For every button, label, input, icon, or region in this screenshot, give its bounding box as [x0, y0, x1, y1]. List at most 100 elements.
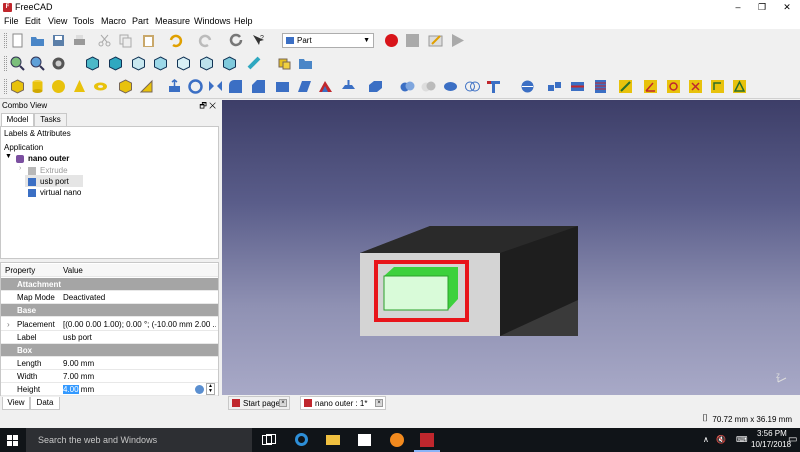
collapse-arrow-icon[interactable]: ›: [19, 165, 21, 172]
left-view-icon[interactable]: [222, 56, 237, 71]
measure-distance-icon[interactable]: [247, 56, 262, 71]
minimize-button[interactable]: –: [726, 0, 750, 15]
tree-item-usb-port[interactable]: usb port: [40, 177, 69, 186]
sweep-icon[interactable]: [341, 79, 356, 94]
workbench-selector[interactable]: Part ▼: [282, 33, 374, 48]
tab-tasks[interactable]: Tasks: [34, 113, 67, 126]
toolbar-grip[interactable]: [4, 33, 7, 48]
bottom-view-icon[interactable]: [199, 56, 214, 71]
boolean-icon[interactable]: [400, 79, 415, 94]
clear-measures-icon[interactable]: [688, 79, 703, 94]
cone-icon[interactable]: [72, 79, 87, 94]
print-icon[interactable]: [72, 33, 87, 48]
toggle-3d-icon[interactable]: [710, 79, 725, 94]
expand-arrow-icon[interactable]: ▼: [5, 153, 12, 160]
save-icon[interactable]: [51, 33, 66, 48]
tab-start-page[interactable]: Start page ×: [228, 396, 290, 410]
measure-refresh-icon[interactable]: [666, 79, 681, 94]
spinbox-arrows-icon[interactable]: ▲ ▼: [206, 383, 215, 395]
windows-start-icon[interactable]: [7, 435, 18, 446]
tree-root-application[interactable]: Application: [4, 143, 43, 152]
property-group-box[interactable]: Box: [1, 344, 218, 357]
close-tab-icon[interactable]: ×: [279, 399, 287, 407]
top-view-icon[interactable]: [131, 56, 146, 71]
menu-tools[interactable]: Tools: [73, 16, 94, 26]
part-icon[interactable]: [277, 56, 292, 71]
toggle-delta-icon[interactable]: [732, 79, 747, 94]
maximize-button[interactable]: ❐: [750, 0, 774, 15]
property-row-length[interactable]: Length 9.00 mm: [1, 357, 218, 370]
expression-icon[interactable]: [195, 385, 204, 394]
copy-icon[interactable]: [118, 33, 133, 48]
panel-controls[interactable]: 🗗 ✕: [199, 100, 216, 112]
execute-macro-icon[interactable]: [450, 33, 465, 48]
tab-nano-outer[interactable]: nano outer : 1* ×: [300, 396, 386, 410]
fit-selection-icon[interactable]: [30, 56, 45, 71]
isometric-view-icon[interactable]: [85, 56, 100, 71]
undo-icon[interactable]: [168, 33, 183, 48]
open-folder-icon[interactable]: [30, 33, 45, 48]
file-explorer-icon[interactable]: [326, 435, 340, 445]
edge-browser-icon[interactable]: [295, 433, 308, 446]
taskbar-search[interactable]: Search the web and Windows: [26, 428, 252, 452]
whats-this-icon[interactable]: ?: [251, 33, 266, 48]
cut-icon[interactable]: [97, 33, 112, 48]
property-row-placement[interactable]: › Placement [(0.00 0.00 1.00); 0.00 °; (-1…: [1, 318, 218, 331]
tray-chevron-icon[interactable]: ∧: [703, 435, 709, 444]
loft-icon[interactable]: [318, 79, 333, 94]
group-folder-icon[interactable]: [298, 56, 313, 71]
split-icon[interactable]: [520, 79, 535, 94]
primitives-icon[interactable]: [118, 79, 133, 94]
property-row-width[interactable]: Width 7.00 mm: [1, 370, 218, 383]
tab-data[interactable]: Data: [30, 397, 60, 410]
measure-linear-icon[interactable]: [618, 79, 633, 94]
menu-macro[interactable]: Macro: [101, 16, 126, 26]
keyboard-icon[interactable]: ⌨: [736, 435, 748, 444]
freecad-taskbar-icon[interactable]: [420, 433, 434, 447]
notifications-icon[interactable]: ▭: [788, 434, 797, 445]
shape-builder-icon[interactable]: [139, 79, 154, 94]
menu-part[interactable]: Part: [132, 16, 149, 26]
join-features-icon[interactable]: [486, 79, 501, 94]
front-view-icon[interactable]: [108, 56, 123, 71]
firefox-icon[interactable]: [390, 433, 404, 447]
property-group-base[interactable]: Base: [1, 304, 218, 317]
fillet-icon[interactable]: [228, 79, 243, 94]
mouse-navigation-icon[interactable]: ⌷: [702, 413, 708, 424]
common-icon[interactable]: [465, 79, 480, 94]
tree-item-virtual-nano[interactable]: virtual nano: [40, 188, 81, 197]
store-icon[interactable]: [358, 434, 371, 446]
cross-sections-icon[interactable]: [593, 79, 608, 94]
clock-time[interactable]: 3:56 PM: [757, 429, 787, 438]
menu-measure[interactable]: Measure: [155, 16, 190, 26]
right-view-icon[interactable]: [153, 56, 168, 71]
height-input[interactable]: 4.00 mm: [63, 383, 216, 396]
extrude-icon[interactable]: [167, 79, 182, 94]
cut-boolean-icon[interactable]: [421, 79, 436, 94]
fit-all-icon[interactable]: [10, 56, 25, 71]
sphere-icon[interactable]: [51, 79, 66, 94]
toolbar-grip[interactable]: [4, 79, 7, 94]
revolve-icon[interactable]: [188, 79, 203, 94]
offset-icon[interactable]: [368, 79, 383, 94]
mute-speaker-icon[interactable]: 🔇: [716, 435, 726, 444]
ruled-surface-icon[interactable]: [297, 79, 312, 94]
close-tab-icon[interactable]: ×: [375, 399, 383, 407]
tab-model[interactable]: Model: [1, 113, 34, 126]
torus-icon[interactable]: [93, 79, 108, 94]
measure-angular-icon[interactable]: [643, 79, 658, 94]
cylinder-icon[interactable]: [30, 79, 45, 94]
toolbar-grip[interactable]: [4, 56, 7, 71]
menu-help[interactable]: Help: [234, 16, 253, 26]
redo-icon[interactable]: [198, 33, 213, 48]
refresh-icon[interactable]: [229, 33, 244, 48]
chamfer-icon[interactable]: [251, 79, 266, 94]
3d-viewport[interactable]: z: [222, 100, 800, 395]
menu-edit[interactable]: Edit: [25, 16, 41, 26]
clock-date[interactable]: 10/17/2018: [751, 440, 791, 449]
menu-windows[interactable]: Windows: [194, 16, 231, 26]
tab-view[interactable]: View: [2, 397, 30, 410]
task-view-icon[interactable]: [262, 434, 276, 446]
edit-macro-icon[interactable]: [428, 33, 443, 48]
menu-file[interactable]: File: [4, 16, 19, 26]
